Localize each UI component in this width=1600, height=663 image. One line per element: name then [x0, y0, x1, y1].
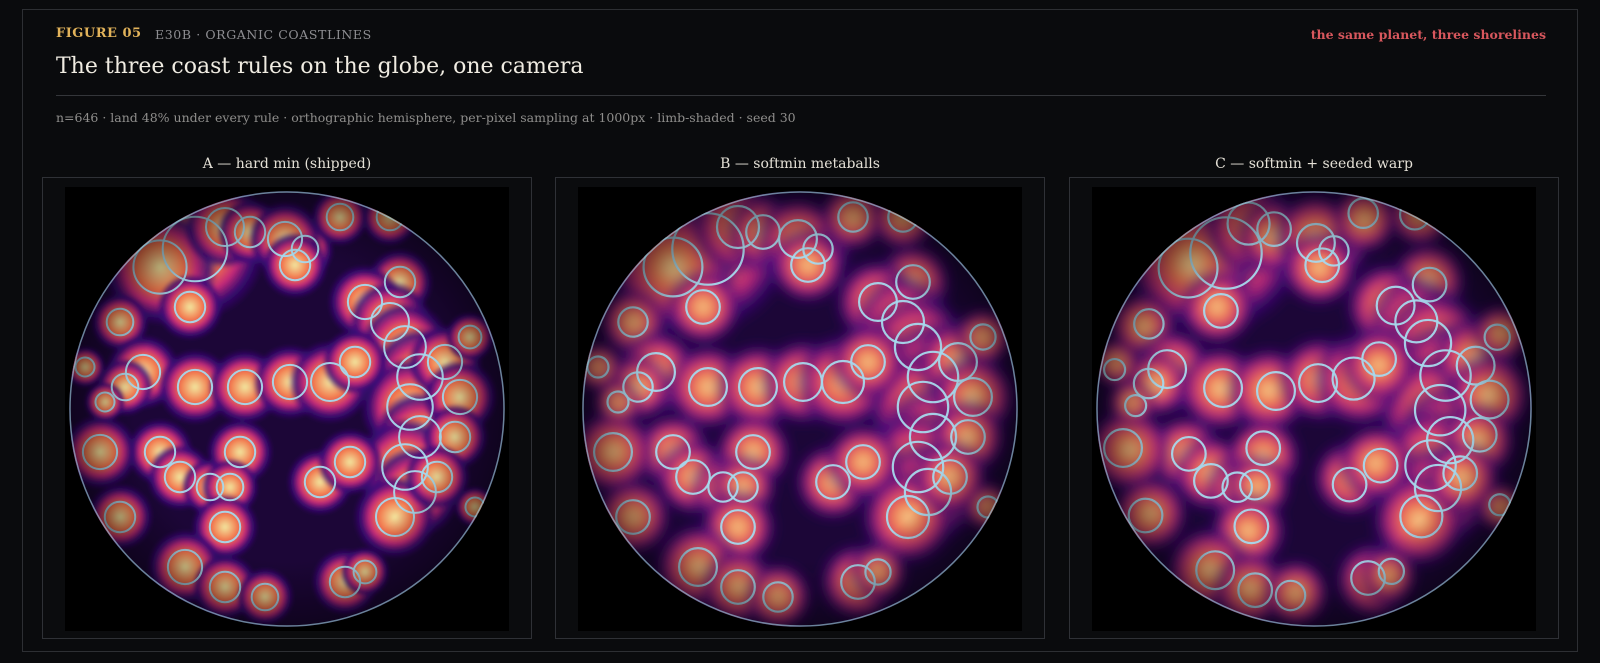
panel-b-title: B — softmin metaballs	[720, 156, 880, 172]
globe-b-canvas	[578, 187, 1022, 631]
panel-b-box	[555, 177, 1045, 639]
panel-a-title: A — hard min (shipped)	[202, 156, 372, 172]
globe-a-canvas	[65, 187, 509, 631]
globe-a	[69, 191, 505, 627]
page-title: The three coast rules on the globe, one …	[56, 54, 584, 79]
figure-subtitle: n=646 · land 48% under every rule · orth…	[56, 110, 796, 125]
globe-c	[1096, 191, 1532, 627]
panel-a-box	[42, 177, 532, 639]
globe-c-canvas	[1092, 187, 1536, 631]
panel-a: A — hard min (shipped)	[42, 155, 532, 639]
panel-c-title: C — softmin + seeded warp	[1215, 156, 1413, 172]
panel-c-box	[1069, 177, 1559, 639]
figure-label: FIGURE 05	[56, 26, 142, 41]
header-divider	[56, 95, 1546, 96]
panel-b: B — softmin metaballs	[555, 155, 1045, 639]
figure-code: E30B · ORGANIC COASTLINES	[155, 27, 372, 42]
globe-b	[582, 191, 1018, 627]
figure-tagline: the same planet, three shorelines	[1310, 27, 1546, 42]
panel-c: C — softmin + seeded warp	[1069, 155, 1559, 639]
